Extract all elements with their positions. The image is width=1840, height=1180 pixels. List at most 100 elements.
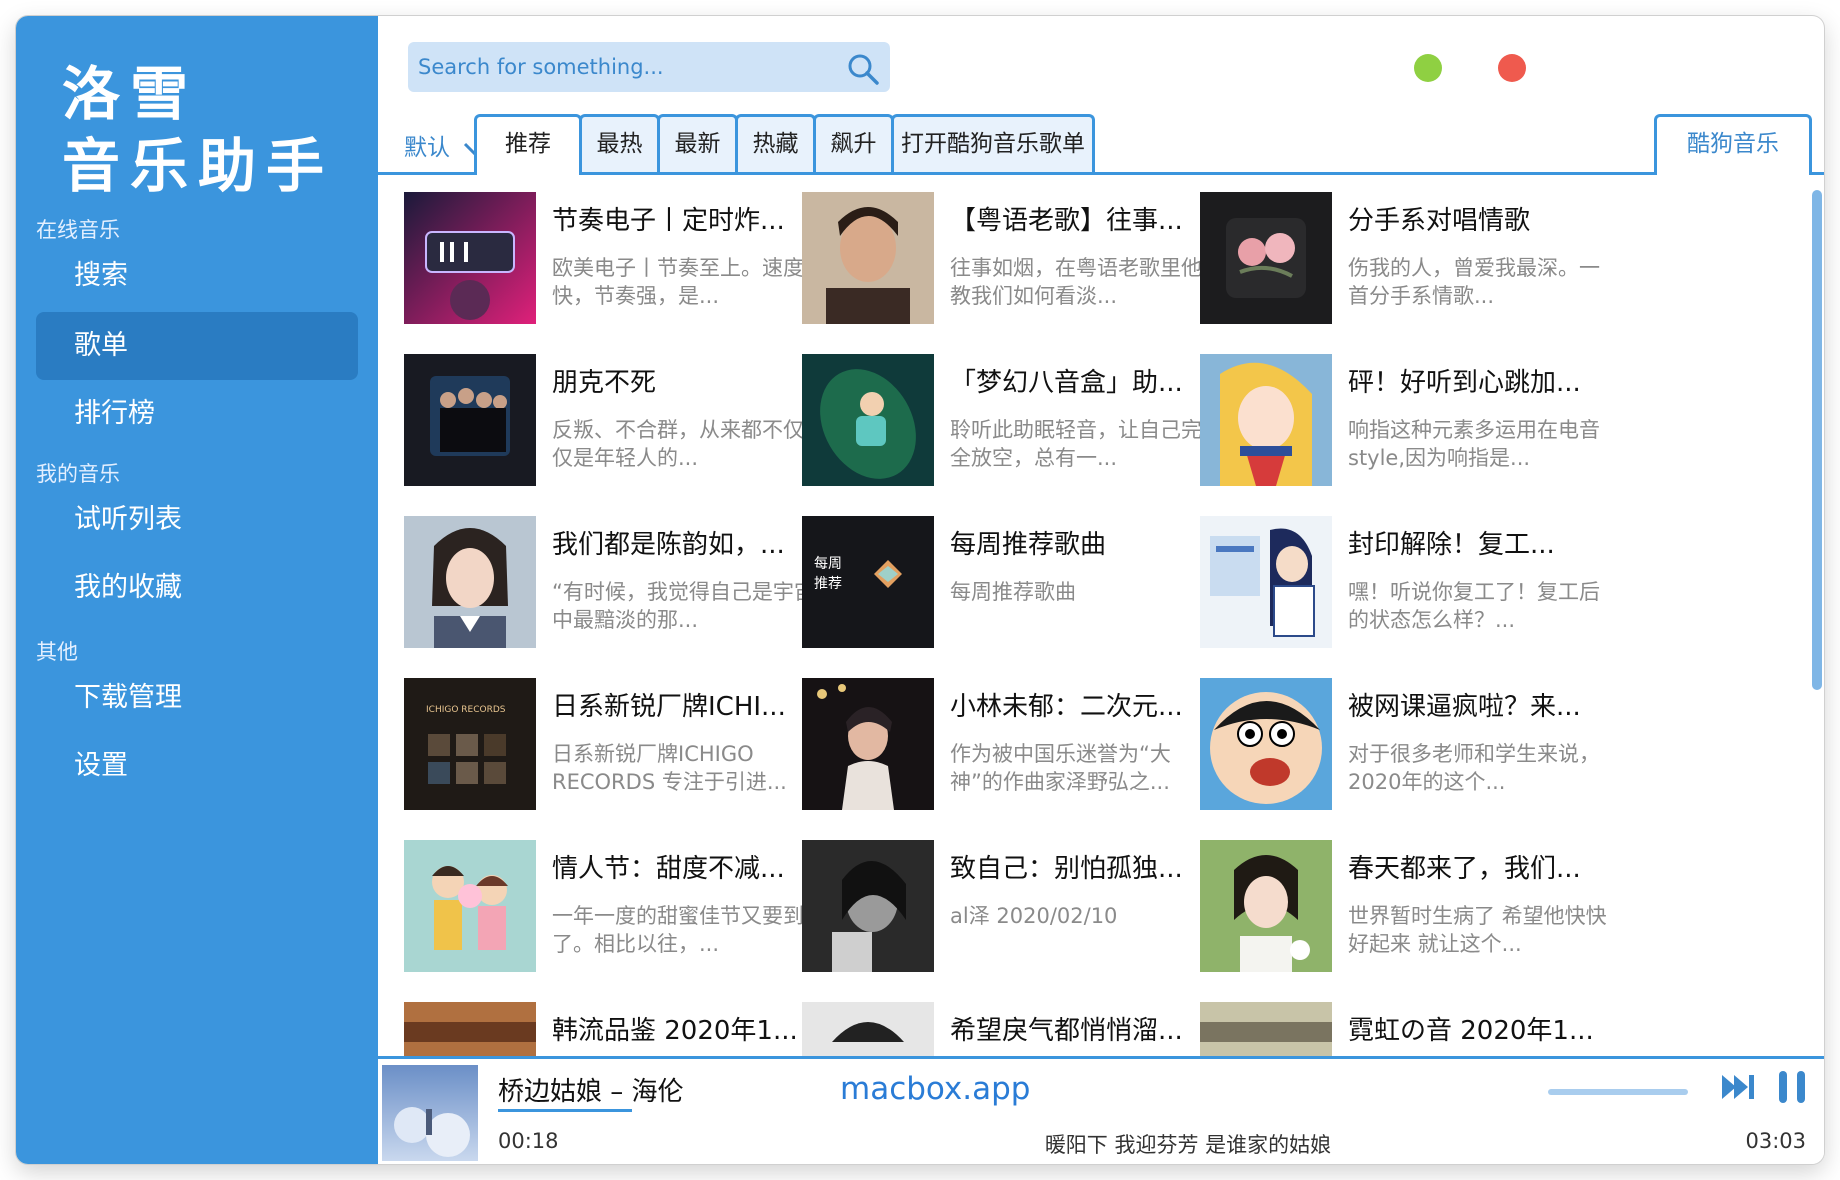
playlist-title: 日系新锐厂牌ICHI... <box>552 692 786 722</box>
playlist-card[interactable]: 节奏电子丨定时炸... 欧美电子丨节奏至上。速度快，节奏强，是... <box>404 192 824 326</box>
tab-open-kugou-playlist[interactable]: 打开酷狗音乐歌单 <box>891 114 1095 172</box>
sidebar-item-settings[interactable]: 设置 <box>36 732 358 800</box>
playlist-cover-image <box>1200 354 1332 486</box>
playlist-description: 一年一度的甜蜜佳节又要到了。相比以往，... <box>552 904 804 956</box>
playlist-card[interactable]: 【粤语老歌】往事... 往事如烟，在粤语老歌里他教我们如何看淡... <box>802 192 1222 326</box>
cover-ichigo-text: ICHIGO RECORDS <box>426 705 506 715</box>
tab-bar: 默认 推荐 最热 最新 热藏 飙升 打开酷狗音乐歌单 酷狗音乐 <box>378 114 1824 176</box>
source-tab-kugou[interactable]: 酷狗音乐 <box>1654 114 1812 175</box>
app-window: 洛雪 音乐助手 在线音乐 搜索 歌单 排行榜 我的音乐 试听列表 我的收藏 其他… <box>16 16 1824 1164</box>
logo-line-1: 洛雪 <box>62 60 199 128</box>
playlist-card[interactable]: 「梦幻八音盒」助... 聆听此助眠轻音，让自己完全放空，总有一... <box>802 354 1222 488</box>
playlist-cover-image <box>802 840 934 972</box>
playlist-title: 情人节：甜度不减... <box>552 854 785 884</box>
playlist-title: 分手系对唱情歌 <box>1348 206 1531 236</box>
search-box <box>408 42 890 92</box>
playlist-description: “有时候，我觉得自己是宇宙中最黯淡的那... <box>552 580 815 632</box>
playlist-cover-image <box>802 354 934 486</box>
search-input[interactable] <box>418 42 828 92</box>
playlist-card[interactable]: ICHIGO RECORDS 日系新锐厂牌ICHI... 日系新锐厂牌ICHIG… <box>404 678 824 812</box>
tab-recommend[interactable]: 推荐 <box>474 114 582 175</box>
playlist-card[interactable]: 小林未郁：二次元... 作为被中国乐迷誉为“大神”的作曲家泽野弘之... <box>802 678 1222 812</box>
now-playing-cover <box>382 1065 478 1161</box>
playlist-cover-image <box>404 516 536 648</box>
playlist-description: 每周推荐歌曲 <box>950 580 1076 604</box>
total-time: 03:03 <box>1745 1129 1806 1153</box>
playlist-card[interactable]: 每周 推荐 每周推荐歌曲 每周推荐歌曲 <box>802 516 1222 650</box>
playlist-title: 我们都是陈韵如，... <box>552 530 785 560</box>
playlist-title: 霓虹の音 2020年1... <box>1348 1016 1594 1046</box>
tab-hot-collect[interactable]: 热藏 <box>735 114 816 172</box>
cover-weekly-line1: 每周 <box>814 556 842 572</box>
search-icon[interactable] <box>846 52 880 86</box>
playlist-title: 致自己：别怕孤独... <box>950 854 1183 884</box>
playlist-title: 每周推荐歌曲 <box>950 530 1107 560</box>
playlist-description: 往事如烟，在粤语老歌里他教我们如何看淡... <box>950 256 1202 308</box>
sidebar: 洛雪 音乐助手 在线音乐 搜索 歌单 排行榜 我的音乐 试听列表 我的收藏 其他… <box>16 16 378 1164</box>
playlist-card[interactable]: 分手系对唱情歌 伤我的人，曾爱我最深。一首分手系情歌... <box>1200 192 1620 326</box>
playlist-description: 日系新锐厂牌ICHIGO RECORDS 专注于引进... <box>552 742 787 794</box>
sort-dropdown-label: 默认 <box>404 135 450 161</box>
playlist-title: 小林未郁：二次元... <box>950 692 1183 722</box>
playlist-cover-image <box>404 840 536 972</box>
playlist-cover-image <box>802 678 934 810</box>
playlist-description: 伤我的人，曾爱我最深。一首分手系情歌... <box>1348 256 1600 308</box>
playlist-title: 被网课逼疯啦？来... <box>1348 692 1581 722</box>
playlist-card[interactable]: 致自己：别怕孤独... al泽 2020/02/10 <box>802 840 1222 974</box>
playlist-description: 嘿！听说你复工了！复工后的状态怎么样？... <box>1348 580 1600 632</box>
playlist-title: 节奏电子丨定时炸... <box>552 206 785 236</box>
playlist-cover-image <box>404 192 536 324</box>
tab-newest[interactable]: 最新 <box>657 114 738 172</box>
next-track-icon[interactable] <box>1720 1073 1756 1101</box>
playlist-card[interactable]: 砰！好听到心跳加... 响指这种元素多运用在电音style,因为响指是... <box>1200 354 1620 488</box>
playlist-description: 对于很多老师和学生来说，2020年的这个... <box>1348 742 1600 794</box>
sidebar-item-downloads[interactable]: 下载管理 <box>36 664 358 732</box>
sidebar-item-playlists[interactable]: 歌单 <box>36 312 358 380</box>
playlist-title: 春天都来了，我们... <box>1348 854 1581 884</box>
playlist-card[interactable]: 朋克不死 反叛、不合群，从来都不仅仅是年轻人的... <box>404 354 824 488</box>
sidebar-item-favorites[interactable]: 我的收藏 <box>36 554 358 622</box>
section-my-music: 我的音乐 <box>36 462 120 486</box>
playlist-card[interactable]: 被网课逼疯啦？来... 对于很多老师和学生来说，2020年的这个... <box>1200 678 1620 812</box>
playlist-cover-image <box>404 354 536 486</box>
player-bar: 桥边姑娘 – 海伦 macbox.app 00:18 暖阳下 我迎芬芳 是谁家的… <box>378 1056 1824 1164</box>
section-online-music: 在线音乐 <box>36 218 120 242</box>
playlist-cover-image <box>1200 516 1332 648</box>
playlist-cover-image <box>1200 192 1332 324</box>
playlist-card[interactable]: 我们都是陈韵如，... “有时候，我觉得自己是宇宙中最黯淡的那... <box>404 516 824 650</box>
section-other: 其他 <box>36 640 78 664</box>
playlist-title: 封印解除！复工... <box>1348 530 1555 560</box>
playlist-cover-image <box>1200 678 1332 810</box>
playlist-description: 响指这种元素多运用在电音style,因为响指是... <box>1348 418 1600 470</box>
playlist-title: 「梦幻八音盒」助... <box>950 368 1183 398</box>
minimize-button[interactable] <box>1414 54 1442 82</box>
close-button[interactable] <box>1498 54 1526 82</box>
playlist-description: 聆听此助眠轻音，让自己完全放空，总有一... <box>950 418 1202 470</box>
playlist-card[interactable]: 封印解除！复工... 嘿！听说你复工了！复工后的状态怎么样？... <box>1200 516 1620 650</box>
sidebar-item-trial-list[interactable]: 试听列表 <box>36 486 358 554</box>
volume-slider[interactable] <box>1548 1089 1688 1095</box>
playlist-title: 希望戾气都悄悄溜... <box>950 1016 1183 1046</box>
playlist-cover-image <box>1200 840 1332 972</box>
playlist-title: 朋克不死 <box>552 368 657 398</box>
sidebar-item-search[interactable]: 搜索 <box>36 242 358 310</box>
playlist-description: 欧美电子丨节奏至上。速度快，节奏强，是... <box>552 256 804 308</box>
song-progress-bar[interactable] <box>498 1109 632 1112</box>
playlist-cover-image: 每周 推荐 <box>802 516 934 648</box>
playlist-description: al泽 2020/02/10 <box>950 904 1118 928</box>
playlist-description: 世界暂时生病了 希望他快快好起来 就让这个... <box>1348 904 1607 956</box>
tab-hottest[interactable]: 最热 <box>579 114 660 172</box>
playlist-cover-image: ICHIGO RECORDS <box>404 678 536 810</box>
current-time: 00:18 <box>498 1129 559 1153</box>
app-logo: 洛雪 音乐助手 <box>62 58 362 202</box>
playlist-description: 反叛、不合群，从来都不仅仅是年轻人的... <box>552 418 804 470</box>
playlist-grid: 节奏电子丨定时炸... 欧美电子丨节奏至上。速度快，节奏强，是... 【粤语老歌… <box>378 176 1824 1074</box>
now-playing-title: 桥边姑娘 – 海伦 <box>498 1077 684 1107</box>
tab-rising[interactable]: 飙升 <box>813 114 894 172</box>
sidebar-item-charts[interactable]: 排行榜 <box>36 380 358 448</box>
scrollbar-thumb[interactable] <box>1812 190 1822 690</box>
playlist-card[interactable]: 情人节：甜度不减... 一年一度的甜蜜佳节又要到了。相比以往，... <box>404 840 824 974</box>
pause-icon[interactable] <box>1776 1069 1808 1105</box>
playlist-card[interactable]: 春天都来了，我们... 世界暂时生病了 希望他快快好起来 就让这个... <box>1200 840 1620 974</box>
logo-line-2: 音乐助手 <box>62 132 335 200</box>
